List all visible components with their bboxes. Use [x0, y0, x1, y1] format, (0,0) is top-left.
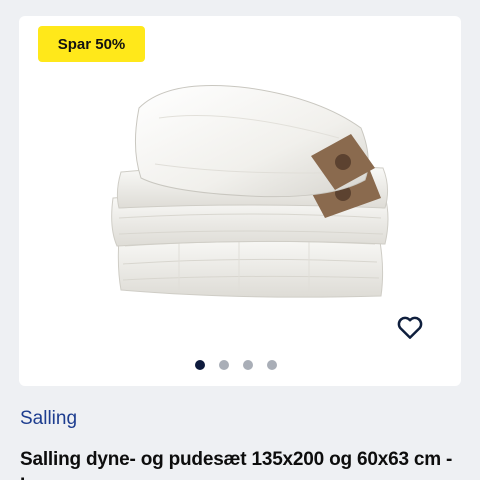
- carousel-dot-4[interactable]: [267, 360, 277, 370]
- product-image-card[interactable]: Spar 50%: [19, 16, 461, 386]
- carousel-dot-1[interactable]: [195, 360, 205, 370]
- heart-outline-icon[interactable]: [395, 312, 425, 342]
- bedding-set-image[interactable]: [79, 68, 399, 318]
- discount-badge: Spar 50%: [38, 26, 145, 62]
- brand-link[interactable]: Salling: [20, 408, 77, 430]
- image-carousel-indicator: [19, 360, 461, 370]
- carousel-dot-3[interactable]: [243, 360, 253, 370]
- carousel-dot-2[interactable]: [219, 360, 229, 370]
- product-title[interactable]: Salling dyne- og pudesæt 135x200 og 60x6…: [20, 447, 460, 480]
